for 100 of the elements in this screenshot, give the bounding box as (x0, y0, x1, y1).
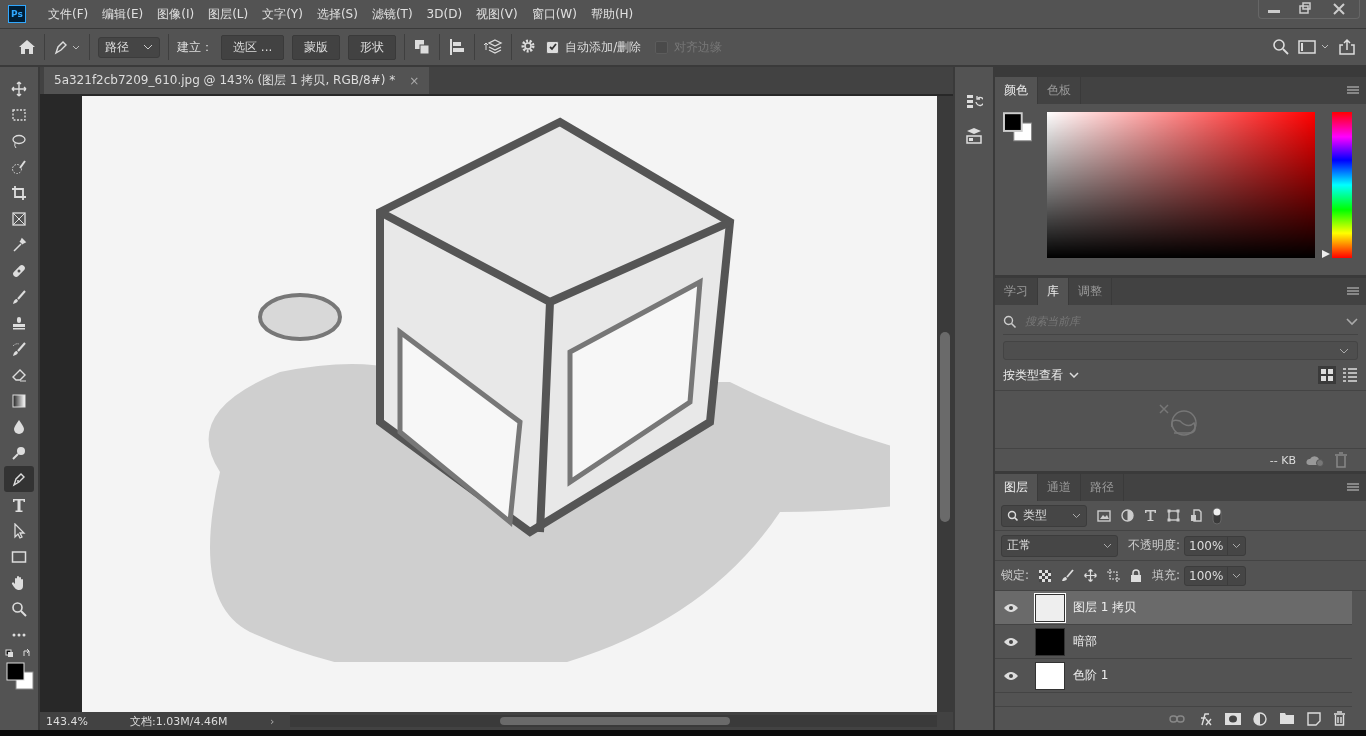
visibility-eye-icon[interactable] (1003, 602, 1019, 613)
adjustment-layer-icon[interactable] (1253, 711, 1267, 726)
cloud-icon[interactable] (1306, 453, 1324, 467)
crop-tool-icon[interactable] (11, 185, 27, 201)
layer-row[interactable]: 暗部 (995, 625, 1352, 659)
scrollbar-thumb[interactable] (940, 332, 950, 522)
view-by-dropdown[interactable]: 按类型查看 (1003, 366, 1079, 384)
menu-item[interactable]: 文件(F) (42, 5, 95, 23)
chevron-down-icon (1232, 542, 1242, 549)
frame-tool-icon[interactable] (11, 211, 27, 227)
menu-item[interactable]: 3D(D) (420, 7, 469, 21)
layer-row[interactable]: 图层 1 拷贝 (995, 591, 1352, 625)
build-button[interactable]: 蒙版 (292, 34, 341, 60)
drop-tool-icon[interactable] (11, 419, 27, 435)
layer-thumbnail (1035, 593, 1065, 622)
workspace-icon[interactable] (1298, 38, 1330, 56)
layer-row[interactable]: 色阶 1 (995, 659, 1352, 693)
image-filter-icon[interactable] (1097, 509, 1111, 522)
layer-filter-dropdown[interactable]: 类型 (1001, 504, 1087, 527)
status-menu-button[interactable]: › (270, 714, 290, 728)
fill-field[interactable]: 100% (1184, 565, 1247, 586)
type-filter-icon[interactable] (1144, 509, 1157, 522)
rectangle-tool-icon[interactable] (11, 549, 27, 565)
search-icon (1003, 314, 1017, 329)
list-view-icon[interactable] (1342, 367, 1358, 383)
visibility-eye-icon[interactable] (1003, 636, 1019, 647)
new-layer-icon[interactable] (1307, 711, 1321, 726)
folder-icon[interactable] (1279, 712, 1295, 725)
chevron-down-icon[interactable] (1346, 317, 1358, 326)
gradient-tool-icon[interactable] (11, 393, 27, 409)
quick-select-tool-icon[interactable] (11, 159, 27, 175)
mode-dropdown[interactable]: 路径 (98, 36, 160, 58)
color-swatches-icon[interactable] (4, 660, 34, 690)
menu-item[interactable]: 帮助(H) (584, 5, 640, 23)
adjustment-filter-icon[interactable] (1121, 509, 1134, 522)
panel-tab[interactable]: 通道 (1038, 474, 1081, 501)
panel-menu-icon[interactable] (1346, 286, 1360, 297)
hue-slider[interactable] (1322, 112, 1352, 258)
arrange-layers-icon[interactable] (483, 38, 504, 56)
lasso-tool-icon[interactable] (11, 133, 27, 149)
properties-icon[interactable] (965, 127, 983, 145)
path-alignment-icon[interactable] (448, 38, 467, 56)
home-icon[interactable] (18, 39, 36, 55)
opacity-field[interactable]: 100% (1184, 535, 1247, 556)
zoom-tool-icon[interactable] (11, 601, 27, 617)
visibility-eye-icon[interactable] (1003, 670, 1019, 681)
lock-icon[interactable] (1130, 569, 1143, 582)
grid-view-icon[interactable] (1318, 366, 1336, 384)
panel-menu-icon[interactable] (1346, 85, 1360, 96)
menu-item[interactable]: 视图(V) (470, 5, 524, 23)
panel-tab[interactable]: 库 (1038, 278, 1069, 305)
path-operations-icon[interactable] (413, 38, 432, 56)
shape-filter-icon[interactable] (1167, 509, 1180, 522)
menu-item[interactable]: 窗口(W) (525, 5, 583, 23)
dodge-tool-icon[interactable] (11, 445, 27, 461)
menu-item[interactable]: 滤镜(T) (365, 5, 419, 23)
filter-toggle-icon[interactable] (1212, 506, 1222, 525)
color-field[interactable] (1046, 112, 1316, 258)
artboard-icon[interactable] (1107, 569, 1121, 582)
history-brush-tool-icon[interactable] (11, 341, 27, 357)
panel-tab[interactable]: 路径 (1081, 474, 1124, 501)
move-icon[interactable] (1084, 569, 1098, 582)
hue-slider-handle[interactable] (1322, 250, 1331, 258)
lock-label: 锁定: (1001, 567, 1030, 584)
brush-icon[interactable] (1061, 569, 1075, 582)
eyedropper-tool-icon[interactable] (11, 237, 27, 253)
stamp-tool-icon[interactable] (11, 315, 27, 331)
menu-item[interactable]: 选择(S) (310, 5, 364, 23)
pen-tool-icon[interactable] (11, 471, 27, 487)
option-checkbox[interactable]: 自动添加/删除 (546, 38, 642, 56)
lock-transparency-icon[interactable] (1039, 569, 1052, 582)
layer-thumbnail (1035, 661, 1065, 690)
marquee-tool-icon[interactable] (11, 107, 27, 123)
layer-thumbnail (1035, 627, 1065, 656)
panel-tab[interactable]: 色板 (1038, 77, 1081, 104)
document-tab[interactable]: 5a321f2cb7209_610.jpg @ 143% (图层 1 拷贝, RGB/8#) * × (44, 67, 430, 94)
menu-item[interactable]: 图像(I) (151, 5, 201, 23)
arrow-tool-icon[interactable] (11, 523, 27, 539)
eraser-tool-icon[interactable] (11, 367, 27, 383)
pen-tool-icon[interactable] (53, 39, 81, 55)
panel-tab[interactable]: 调整 (1069, 278, 1112, 305)
scrollbar-thumb[interactable] (500, 717, 730, 725)
mask-icon[interactable] (1225, 712, 1241, 725)
menu-item[interactable]: 图层(L) (202, 5, 255, 23)
search-icon[interactable] (1272, 38, 1290, 56)
history-icon[interactable] (965, 93, 983, 111)
menu-item[interactable]: 编辑(E) (96, 5, 150, 23)
share-icon[interactable] (1338, 38, 1356, 56)
move-tool-icon[interactable] (11, 81, 27, 97)
menu-item[interactable]: 文字(Y) (256, 5, 309, 23)
type-tool-icon[interactable] (11, 497, 27, 513)
build-button[interactable]: 形状 (348, 34, 397, 60)
brush-tool-icon[interactable] (11, 289, 27, 305)
close-tab-button[interactable]: × (409, 73, 420, 88)
smart-object-filter-icon[interactable] (1190, 509, 1202, 522)
panel-tab[interactable]: 图层 (995, 474, 1038, 501)
panel-tab[interactable]: 颜色 (995, 77, 1038, 104)
panel-menu-icon[interactable] (1346, 482, 1360, 493)
build-button[interactable]: 选区 ... (221, 34, 285, 60)
blend-mode-dropdown[interactable]: 正常 (1001, 534, 1118, 557)
